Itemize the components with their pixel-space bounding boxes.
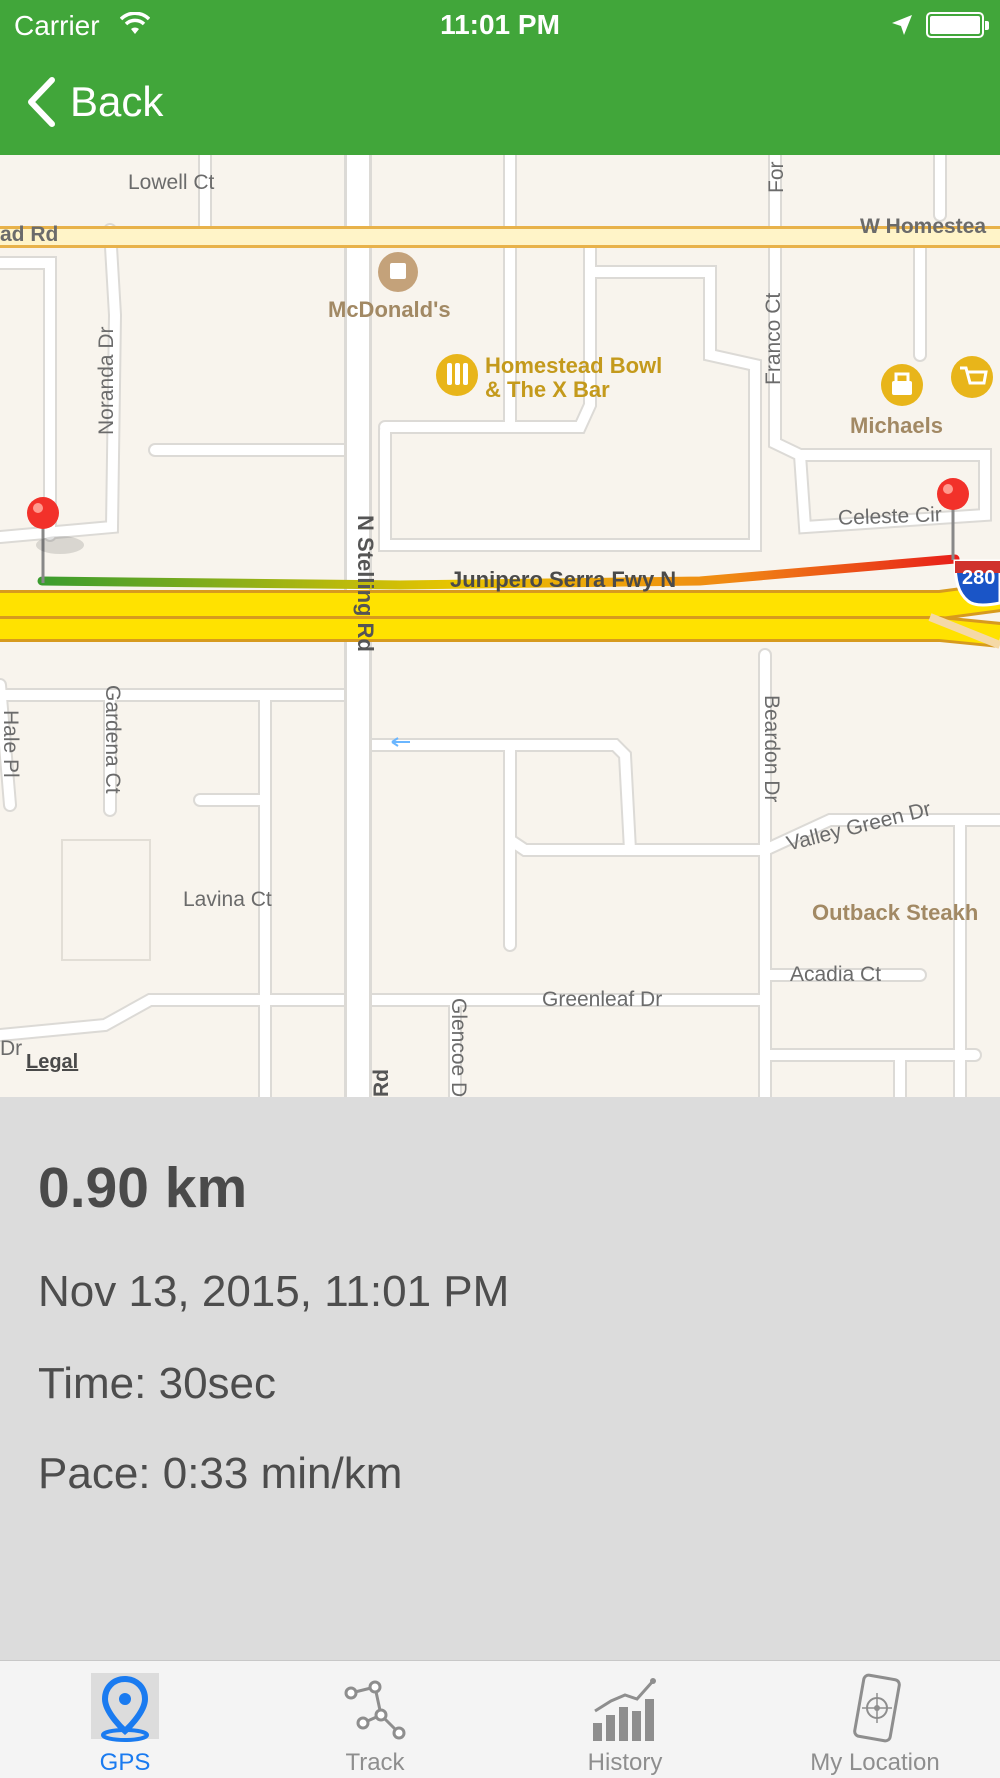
street-label: Greenleaf Dr <box>542 988 663 1011</box>
street-label: Rd <box>370 1069 393 1097</box>
poi-label-outback[interactable]: Outback Steakh <box>812 900 978 926</box>
tab-label: Track <box>345 1749 405 1776</box>
back-button[interactable]: Back <box>26 72 163 132</box>
tab-label: GPS <box>99 1749 151 1776</box>
phone-location-icon <box>853 1673 901 1743</box>
tab-label: History <box>587 1749 663 1776</box>
shopping-bag-icon <box>881 364 923 406</box>
poi-label-michaels[interactable]: Michaels <box>850 413 943 439</box>
distance-value: 0.90 km <box>38 1156 248 1220</box>
run-pace: Pace: 0:33 min/km <box>38 1449 403 1498</box>
restaurant-icon <box>378 252 418 292</box>
route-map[interactable]: Lowell Ct ad Rd W Homestea For Noranda D… <box>0 155 1000 1097</box>
tab-my-location[interactable]: My Location <box>750 1661 1000 1778</box>
shopping-cart-icon <box>951 356 993 398</box>
chevron-left-icon <box>28 77 55 127</box>
street-label: Lavina Ct <box>183 888 272 911</box>
street-label: Glencoe Dr <box>447 998 470 1097</box>
street-label: Lowell Ct <box>128 171 215 194</box>
poi-label-homestead-bowl[interactable]: Homestead Bowl <box>485 353 662 379</box>
run-summary-panel: 0.90 km Nov 13, 2015, 11:01 PM Time: 30s… <box>0 1097 1000 1660</box>
tab-label: My Location <box>810 1749 940 1776</box>
track-icon <box>344 1680 406 1740</box>
bar-chart-icon <box>593 1678 656 1741</box>
tab-bar: GPS Track History My Location <box>0 1660 1000 1778</box>
back-label: Back <box>70 78 164 125</box>
street-label: Beardon Dr <box>760 695 783 803</box>
street-label: For <box>765 161 788 194</box>
poi-label-homestead-bowl-2: & The X Bar <box>485 377 610 402</box>
status-bar: Carrier 11:01 PM <box>0 0 1000 50</box>
map-pin-icon <box>91 1673 159 1742</box>
tab-history[interactable]: History <box>500 1661 750 1778</box>
location-arrow-icon <box>892 15 912 35</box>
run-duration: Time: 30sec <box>38 1359 277 1408</box>
bowling-icon <box>436 354 478 396</box>
street-label: Hale Pl <box>0 710 22 778</box>
tab-track[interactable]: Track <box>250 1661 500 1778</box>
street-label: Dr <box>0 1037 23 1060</box>
run-datetime: Nov 13, 2015, 11:01 PM <box>38 1267 510 1316</box>
poi-label-mcdonalds[interactable]: McDonald's <box>328 297 451 323</box>
street-label: Gardena Ct <box>101 685 124 794</box>
street-label: W Homestea <box>860 215 987 238</box>
legal-link[interactable]: Legal <box>26 1051 78 1074</box>
nav-header: Carrier 11:01 PM Back <box>0 0 1000 155</box>
street-label: N Stelling Rd <box>353 515 378 652</box>
street-label: Franco Ct <box>762 292 785 385</box>
tab-gps[interactable]: GPS <box>0 1661 250 1778</box>
highway-shield-label: 280 <box>962 567 996 589</box>
status-time: 11:01 PM <box>440 9 560 40</box>
street-label: Acadia Ct <box>790 963 882 986</box>
map-canvas <box>0 155 1000 1097</box>
street-label: ad Rd <box>0 223 59 246</box>
freeway-label: Junipero Serra Fwy N <box>450 567 677 592</box>
battery-icon <box>926 12 989 38</box>
street-label: Celeste Cir <box>837 503 943 530</box>
street-label: Noranda Dr <box>95 326 118 435</box>
